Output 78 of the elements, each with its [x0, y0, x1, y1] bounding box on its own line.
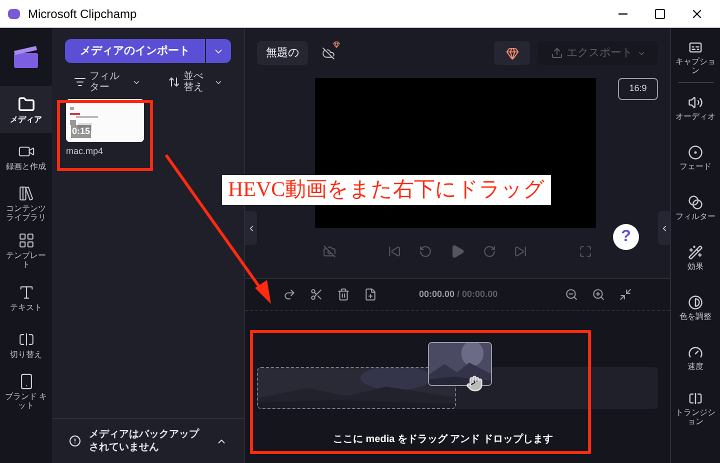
clapperboard-logo-icon — [13, 46, 39, 68]
property-label: 効果 — [688, 262, 704, 271]
duration-label: 0:15 — [71, 124, 92, 138]
zoom-in-icon[interactable] — [592, 288, 605, 301]
magic-wand-icon — [688, 245, 703, 260]
import-dropdown-button[interactable] — [206, 39, 231, 63]
property-tab[interactable]: キャプション — [671, 32, 720, 82]
property-label: 速度 — [688, 362, 704, 371]
sort-icon — [168, 76, 180, 88]
contrast-icon — [688, 295, 703, 310]
maximize-icon[interactable] — [654, 8, 666, 20]
property-label: オーディオ — [676, 112, 716, 121]
aspect-ratio-button[interactable]: 16:9 — [618, 78, 658, 100]
fit-timeline-icon[interactable] — [619, 288, 632, 301]
property-tab[interactable]: トランジション — [671, 383, 720, 433]
property-label: フィルター — [676, 212, 716, 221]
books-icon — [18, 185, 34, 202]
property-tab[interactable]: フィルター — [671, 183, 720, 233]
file-name: mac.mp4 — [66, 145, 104, 158]
property-tab[interactable]: フェード — [671, 133, 720, 183]
backup-notice[interactable]: メディアはバックアップされていません — [52, 418, 244, 463]
transition-icon — [688, 390, 703, 406]
nav-item[interactable]: テンプレート — [0, 227, 52, 274]
nav-item[interactable]: テキスト — [0, 274, 52, 321]
nav-item[interactable]: ブランド キット — [0, 368, 52, 415]
filter-button[interactable]: フィルター — [74, 71, 140, 93]
nav-label: コンテンツライブラリ — [5, 204, 47, 222]
zoom-out-icon[interactable] — [565, 288, 578, 301]
nav-label: テキスト — [10, 302, 42, 312]
add-clip-icon[interactable] — [364, 288, 377, 301]
property-label: トランジション — [674, 408, 716, 426]
upload-icon — [550, 47, 562, 59]
backup-message: メディアはバックアップされていません — [89, 428, 200, 454]
gauge-icon — [688, 345, 703, 360]
property-tab[interactable]: 色を調整 — [671, 283, 720, 333]
fade-icon — [688, 145, 703, 160]
nav-item[interactable]: 録画と作成 — [0, 133, 52, 180]
transition-icon — [18, 330, 34, 348]
diamond-icon — [333, 41, 340, 48]
folder-icon — [18, 96, 34, 112]
nav-label: テンプレート — [5, 251, 47, 269]
property-label: キャプション — [674, 56, 716, 74]
nav-label: ブランド キット — [4, 392, 48, 410]
property-tab[interactable]: 効果 — [671, 233, 720, 283]
nav-item[interactable]: コンテンツライブラリ — [0, 180, 52, 227]
grid-icon — [18, 232, 34, 249]
property-tab[interactable]: オーディオ — [671, 83, 720, 133]
app-logo-icon — [8, 8, 20, 18]
annotation-callout: HEVC動画をまた右下にドラッグ — [222, 175, 552, 205]
filter-icon — [688, 195, 703, 210]
project-title-button[interactable]: 無題の — [257, 41, 308, 65]
import-media-button[interactable]: メディアのインポート — [65, 39, 205, 63]
nav-item[interactable]: 切り替え — [0, 321, 52, 368]
filter-icon — [74, 76, 86, 88]
captions-icon — [688, 40, 703, 54]
nav-label: メディア — [10, 114, 42, 124]
warning-icon — [69, 435, 81, 447]
premium-button[interactable] — [494, 41, 530, 65]
help-button[interactable]: ? — [613, 224, 639, 250]
total-time: / 00:00.00 — [457, 288, 498, 299]
drop-hint: ここに media をドラッグ アンド ドロップします — [333, 432, 554, 447]
sort-button[interactable]: 並べ替え — [168, 71, 222, 93]
nav-label: 切り替え — [10, 350, 42, 358]
property-tab[interactable]: 速度 — [671, 333, 720, 383]
delete-icon[interactable] — [337, 288, 350, 301]
nav-label: 録画と作成 — [6, 162, 46, 170]
cloud-off-icon — [322, 46, 334, 60]
redo-icon[interactable] — [283, 288, 296, 301]
current-time: 00:00.00 — [419, 288, 455, 299]
cut-icon[interactable] — [310, 288, 323, 301]
speaker-icon — [688, 95, 703, 110]
property-label: 色を調整 — [680, 312, 712, 321]
property-label: フェード — [680, 162, 712, 171]
export-button: エクスポート — [538, 41, 658, 65]
nav-item[interactable]: メディア — [0, 86, 52, 133]
diamond-icon — [506, 46, 518, 60]
window-title: Microsoft Clipchamp — [28, 6, 137, 22]
text-icon — [18, 284, 34, 300]
